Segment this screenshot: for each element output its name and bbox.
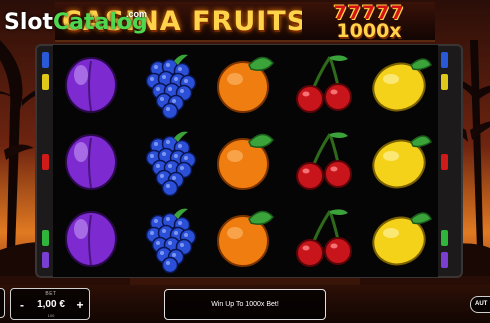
plum-icon [65, 211, 117, 267]
reel-cell [284, 45, 361, 122]
plum-icon [65, 134, 117, 190]
reel-cell [207, 45, 284, 122]
lemon-icon [372, 58, 432, 112]
watermark-part1: Slot [4, 10, 54, 35]
reel-cell [53, 45, 130, 122]
menu-button[interactable] [0, 288, 5, 318]
reel-cell [284, 199, 361, 276]
reel-column [361, 45, 438, 277]
reel-column [130, 45, 207, 277]
grapes-icon [145, 208, 197, 274]
orange-icon [217, 133, 274, 190]
payline-marker [441, 74, 448, 90]
autoplay-button[interactable]: AUT [470, 296, 490, 313]
plum-icon [65, 57, 117, 113]
payline-marker [441, 52, 448, 68]
reel-cell [207, 122, 284, 199]
payline-marker [42, 154, 49, 170]
bet-control: BET - 1,00 € + 100 [10, 288, 90, 320]
reel-cell [284, 122, 361, 199]
payline-marker [42, 230, 49, 246]
reel-column [284, 45, 361, 277]
reel-cell [53, 122, 130, 199]
grapes-icon [145, 131, 197, 197]
jackpot-sevens: 77777 [333, 2, 405, 24]
reel-column [207, 45, 284, 277]
reel-column [53, 45, 130, 277]
cherry-icon [296, 132, 352, 190]
orange-icon [217, 210, 274, 267]
reel-cell [361, 122, 438, 199]
bet-decrease-button[interactable]: - [15, 297, 29, 313]
orange-icon [217, 56, 274, 113]
reel-cell [361, 199, 438, 276]
reel-area [53, 45, 438, 277]
reel-cell [130, 45, 207, 122]
cherry-icon [296, 209, 352, 267]
cherry-icon [296, 55, 352, 113]
reel-cell [130, 199, 207, 276]
bet-value: 1,00 € [37, 299, 65, 310]
reel-cell [130, 122, 207, 199]
payline-marker [42, 252, 49, 268]
reel-cell [207, 199, 284, 276]
payline-marker [441, 230, 448, 246]
jackpot-multiplier: 1000x [336, 20, 402, 42]
reel-cell [53, 199, 130, 276]
watermark-suffix: .com [126, 9, 148, 19]
payline-marker [42, 74, 49, 90]
bet-increase-button[interactable]: + [73, 297, 87, 313]
grapes-icon [145, 54, 197, 120]
lemon-icon [372, 212, 432, 266]
lemon-icon [372, 135, 432, 189]
payline-marker [441, 252, 448, 268]
payline-marker [42, 52, 49, 68]
payline-marker [441, 154, 448, 170]
reel-cell [361, 45, 438, 122]
message-box: Win Up To 1000x Bet! [164, 289, 326, 320]
bet-sub-value: 100 [47, 313, 55, 318]
